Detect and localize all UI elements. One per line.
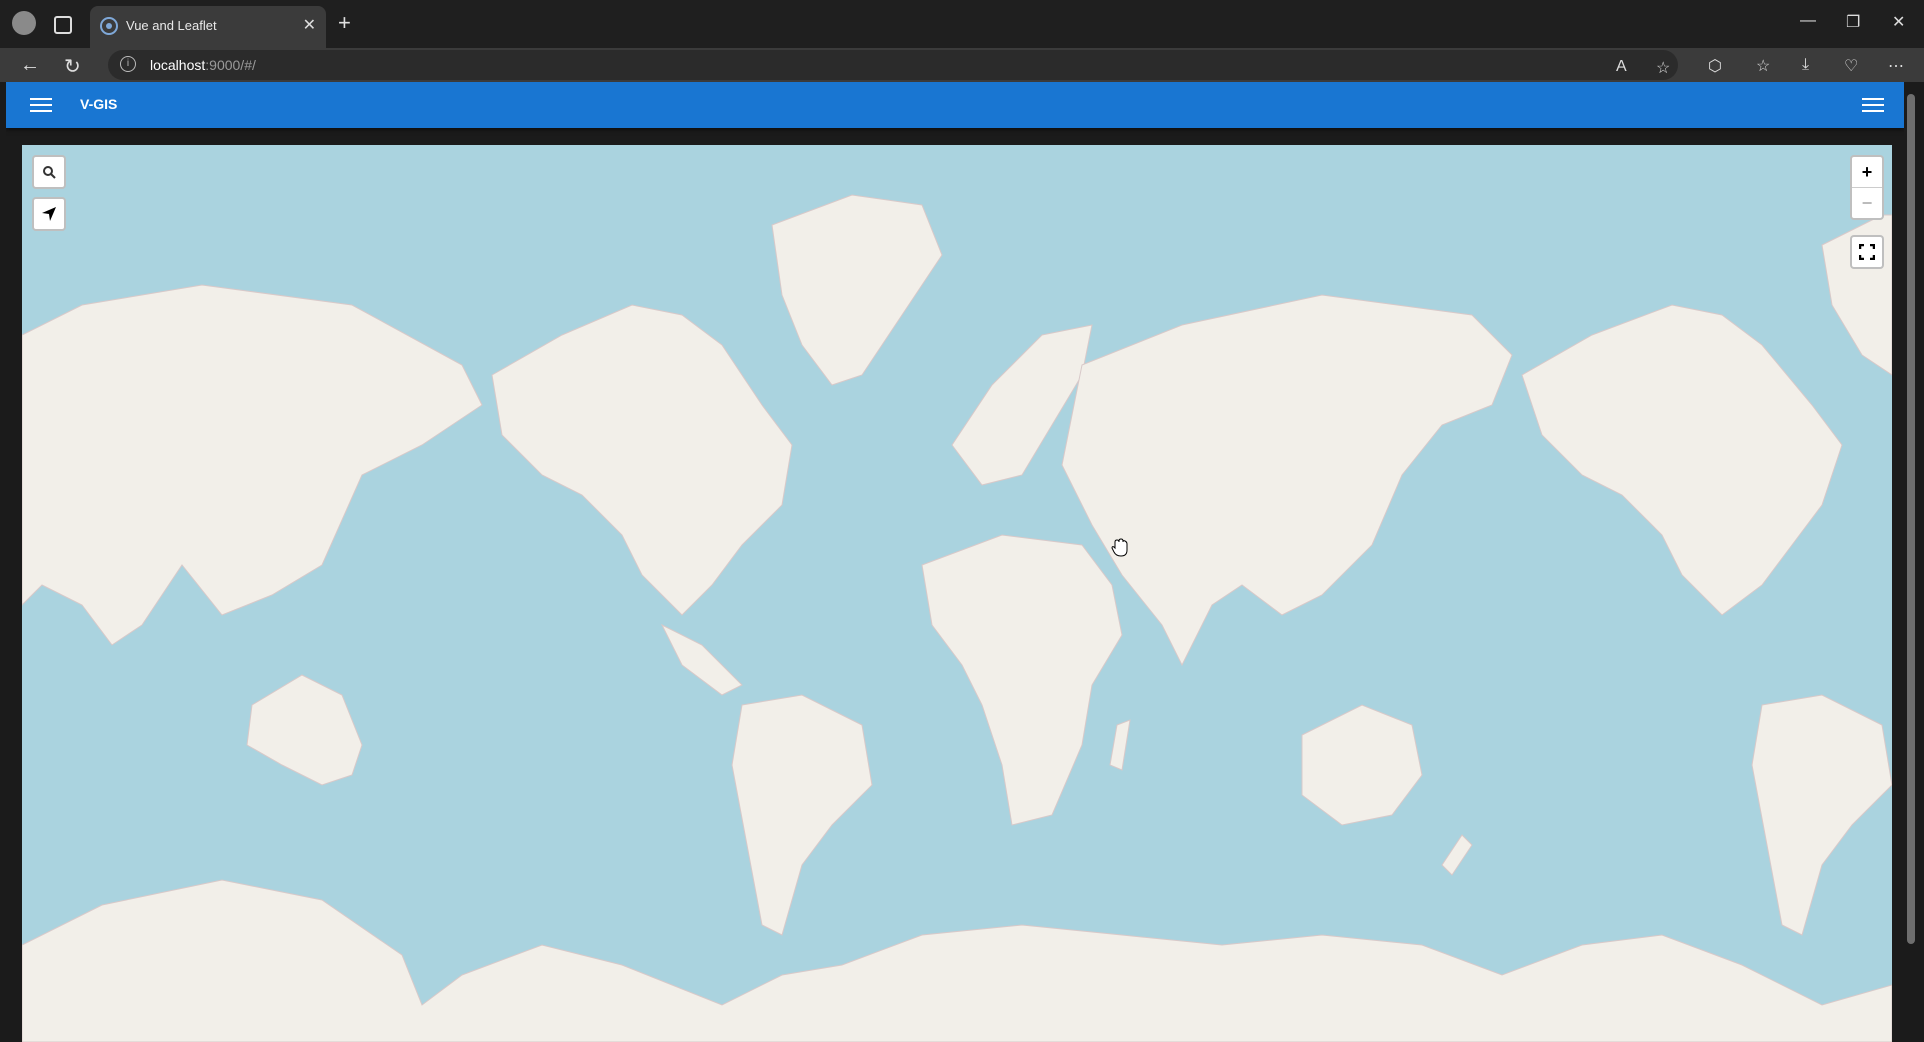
page-scrollbar[interactable] bbox=[1904, 82, 1918, 1042]
scrollbar-thumb[interactable] bbox=[1907, 94, 1915, 944]
downloads-icon[interactable]: ⤓ bbox=[1802, 56, 1809, 74]
search-icon[interactable] bbox=[34, 157, 64, 187]
app-bar: V-GIS bbox=[6, 82, 1904, 128]
grab-cursor-icon bbox=[1111, 538, 1128, 557]
url-text: localhost:9000/#/ bbox=[150, 57, 256, 73]
new-tab-button[interactable]: + bbox=[338, 11, 351, 35]
world-map[interactable] bbox=[22, 145, 1892, 1042]
zoom-control: + − bbox=[1850, 155, 1884, 220]
profile-avatar-icon[interactable] bbox=[12, 11, 36, 35]
extensions-icon[interactable]: ⬡ bbox=[1708, 56, 1722, 76]
reload-icon[interactable]: ↻ bbox=[64, 54, 81, 79]
minimize-icon[interactable]: — bbox=[1800, 12, 1816, 30]
window-close-icon[interactable]: ✕ bbox=[1892, 12, 1905, 32]
zoom-in-button[interactable]: + bbox=[1852, 157, 1882, 187]
browser-tab-strip: Vue and Leaflet ✕ + — ❐ ✕ bbox=[0, 0, 1924, 48]
browser-tab[interactable]: Vue and Leaflet ✕ bbox=[90, 6, 326, 48]
close-tab-icon[interactable]: ✕ bbox=[303, 17, 316, 35]
browser-toolbar: ← ↻ i localhost:9000/#/ A ☆ ⬡ ☆ ⤓ ♡ ⋯ bbox=[0, 48, 1924, 82]
read-aloud-icon[interactable]: A bbox=[1616, 58, 1627, 76]
favorite-star-icon[interactable]: ☆ bbox=[1656, 58, 1670, 78]
more-menu-icon[interactable]: ⋯ bbox=[1888, 56, 1904, 76]
left-menu-icon[interactable] bbox=[30, 94, 52, 116]
browser-essentials-icon[interactable]: ♡ bbox=[1844, 56, 1858, 76]
fullscreen-control[interactable] bbox=[1850, 235, 1884, 269]
site-info-icon[interactable]: i bbox=[120, 56, 136, 72]
restore-icon[interactable]: ❐ bbox=[1846, 12, 1860, 32]
fullscreen-icon[interactable] bbox=[1852, 237, 1882, 267]
page-content: V-GIS + − bbox=[6, 82, 1904, 1042]
tab-actions-icon[interactable] bbox=[54, 16, 72, 34]
map-locate-control[interactable] bbox=[32, 197, 66, 231]
map-container[interactable]: + − bbox=[22, 145, 1892, 1042]
map-search-control[interactable] bbox=[32, 155, 66, 189]
app-title: V-GIS bbox=[80, 96, 118, 112]
back-icon[interactable]: ← bbox=[20, 54, 40, 77]
tab-title: Vue and Leaflet bbox=[126, 18, 217, 33]
favicon-icon bbox=[100, 17, 118, 35]
favorites-icon[interactable]: ☆ bbox=[1756, 56, 1770, 76]
zoom-out-button[interactable]: − bbox=[1852, 187, 1882, 218]
address-bar[interactable]: i localhost:9000/#/ A ☆ bbox=[108, 50, 1678, 80]
navigation-arrow-icon[interactable] bbox=[34, 199, 64, 229]
right-menu-icon[interactable] bbox=[1862, 94, 1884, 116]
